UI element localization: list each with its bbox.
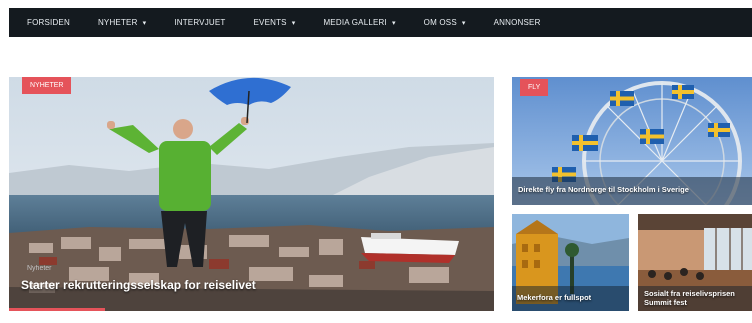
category-badge[interactable]: FLY [520, 79, 549, 96]
nav-item-forsiden[interactable]: FORSIDEN [9, 8, 84, 37]
side-article-title[interactable]: Direkte fly fra Nordnorge til Stockholm … [518, 186, 746, 195]
nav-item-label: NYHETER [97, 18, 138, 27]
nav-item-annonser[interactable]: ANNONSER [480, 8, 555, 37]
chevron-down-icon: ▾ [142, 19, 147, 27]
nav-item-label: MEDIA GALLERI [323, 18, 387, 27]
nav-item-label: FORSIDEN [27, 18, 70, 27]
nav-item-label: ANNONSER [493, 18, 541, 27]
side-article-card-bottom-right[interactable]: Sosialt fra reiselivsprisen Summit fest [638, 214, 752, 311]
nav-item-intervjuet[interactable]: INTERVJUET [160, 8, 239, 37]
featured-article-title[interactable]: Starter rekrutteringsselskap for reiseli… [21, 278, 321, 293]
chevron-down-icon: ▾ [291, 19, 296, 27]
nav-item-om-oss[interactable]: OM OSS ▾ [410, 8, 480, 37]
nav-item-media-galleri[interactable]: MEDIA GALLERI ▾ [309, 8, 409, 37]
side-article-title[interactable]: Mekerfora er fullspot [517, 293, 625, 303]
active-slide-indicator [9, 308, 105, 311]
category-badge[interactable]: NYHETER [22, 77, 72, 94]
main-nav: FORSIDEN NYHETER ▾ INTERVJUET EVENTS ▾ M… [9, 8, 752, 37]
nav-item-label: OM OSS [423, 18, 457, 27]
featured-article-image [9, 77, 494, 311]
nav-item-nyheter[interactable]: NYHETER ▾ [84, 8, 160, 37]
chevron-down-icon: ▾ [391, 19, 396, 27]
article-category-tag: Nyheter [27, 265, 52, 272]
nav-item-label: EVENTS [253, 18, 287, 27]
nav-item-events[interactable]: EVENTS ▾ [240, 8, 310, 37]
featured-article-card[interactable]: NYHETER Nyheter Starter rekrutteringssel… [9, 77, 494, 311]
nav-item-label: INTERVJUET [174, 18, 226, 27]
side-article-card-bottom-left[interactable]: Mekerfora er fullspot [512, 214, 629, 311]
side-article-title[interactable]: Sosialt fra reiselivsprisen Summit fest [644, 289, 748, 307]
chevron-down-icon: ▾ [461, 19, 466, 27]
side-article-card-top[interactable]: FLY Direkte fly fra Nordnorge til Stockh… [512, 77, 752, 205]
